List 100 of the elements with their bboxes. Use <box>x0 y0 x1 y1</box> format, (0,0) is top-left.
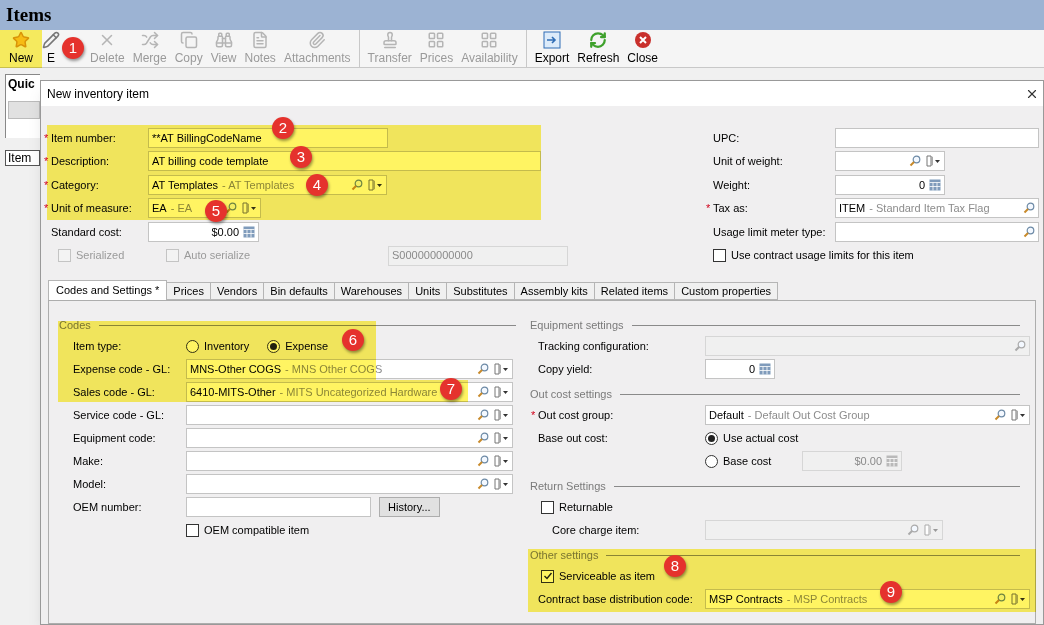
input-field[interactable] <box>186 428 513 448</box>
field-label: Tracking configuration: <box>538 338 649 354</box>
radio-button[interactable] <box>705 454 718 468</box>
field-label: Description: <box>51 154 110 169</box>
input-field[interactable] <box>186 451 513 471</box>
field-label: Copy yield: <box>538 361 593 377</box>
checkbox[interactable] <box>186 523 199 537</box>
checkbox-label: Serviceable as item <box>559 568 655 584</box>
tab[interactable]: Custom properties <box>674 281 778 300</box>
required-marker: * <box>706 202 711 214</box>
field-label: Model: <box>73 476 107 492</box>
dropdown-icon[interactable] <box>925 155 941 168</box>
history-button[interactable]: History... <box>379 497 440 517</box>
field-label: Equipment code: <box>73 430 156 446</box>
input-field[interactable] <box>835 127 1039 148</box>
field-label: Make: <box>73 453 103 469</box>
tab[interactable]: Warehouses <box>333 281 410 300</box>
search-icon[interactable] <box>994 409 1006 421</box>
section-heading: Codes <box>59 317 91 333</box>
toolbar-button[interactable]: E <box>42 30 60 67</box>
field-label: Item number: <box>51 130 116 146</box>
field-label: Unit of weight: <box>713 154 783 169</box>
radio-label: Use actual cost <box>723 430 799 446</box>
input-field[interactable] <box>186 497 371 517</box>
section-heading: Other settings <box>530 547 599 563</box>
field-label: OEM number: <box>73 499 142 515</box>
field-label: Core charge item: <box>552 522 640 538</box>
dropdown-icon[interactable] <box>493 363 509 375</box>
field-label: Out cost group: <box>538 407 614 423</box>
checkbox[interactable] <box>541 500 554 514</box>
calculator-icon[interactable] <box>243 225 255 238</box>
calculator-icon[interactable] <box>759 363 771 375</box>
shuffle-icon <box>140 30 159 49</box>
input-field[interactable] <box>835 151 945 172</box>
input-field[interactable]: ITEM - Standard Item Tax Flag <box>835 198 1039 219</box>
dropdown-icon[interactable] <box>1010 409 1026 421</box>
search-icon[interactable] <box>477 409 489 421</box>
copy-icon <box>179 30 198 49</box>
input-field[interactable]: Default - Default Out Cost Group <box>705 405 1030 425</box>
field-label: Weight: <box>713 177 751 193</box>
search-icon[interactable] <box>1023 225 1035 238</box>
input-field[interactable]: 0 <box>835 174 945 195</box>
field-label: Standard cost: <box>51 224 122 240</box>
export-icon <box>543 30 561 49</box>
dropdown-icon[interactable] <box>493 478 509 490</box>
input-field[interactable] <box>186 474 513 494</box>
radio-label: Expense <box>285 338 329 354</box>
paperclip-icon <box>308 30 327 49</box>
field-label: Sales code - GL: <box>73 384 155 400</box>
calculator-icon[interactable] <box>929 178 941 191</box>
tab[interactable]: Prices <box>166 281 211 300</box>
field-label: Base out cost: <box>538 430 608 446</box>
field-label: Expense code - GL: <box>73 361 171 377</box>
radio-label: Base cost <box>723 453 772 469</box>
checkbox-label: Auto serialize <box>184 248 251 264</box>
search-icon[interactable] <box>477 363 489 375</box>
input-field[interactable]: 0 <box>705 359 775 379</box>
input-field[interactable] <box>186 405 513 425</box>
checkbox-label: Use contract usage limits for this item <box>731 248 914 264</box>
dropdown-icon[interactable] <box>493 432 509 444</box>
search-icon[interactable] <box>1023 202 1035 215</box>
field-label: UPC: <box>713 130 740 146</box>
tab[interactable]: Related items <box>593 281 676 300</box>
input-field[interactable] <box>835 221 1039 242</box>
tab[interactable]: Bin defaults <box>263 281 335 300</box>
search-icon[interactable] <box>477 432 489 444</box>
field-label: Item type: <box>73 338 122 354</box>
field-label: Service code - GL: <box>73 407 165 423</box>
toolbar-button[interactable]: Export <box>530 30 574 67</box>
required-marker: * <box>44 131 49 144</box>
grid-icon <box>480 30 499 49</box>
checkbox[interactable] <box>713 249 726 262</box>
radio-button[interactable] <box>705 431 718 445</box>
radio-label: Inventory <box>204 338 250 354</box>
search-icon[interactable] <box>909 155 921 168</box>
toolbar-button[interactable]: Refresh <box>573 30 624 67</box>
tab[interactable]: Substitutes <box>446 281 515 300</box>
field-label: Tax as: <box>713 201 748 216</box>
dropdown-icon[interactable] <box>493 455 509 467</box>
field-label: Unit of measure: <box>51 201 132 216</box>
pencil-icon <box>42 30 60 49</box>
toolbar-button[interactable]: Close <box>623 30 663 67</box>
dropdown-icon[interactable] <box>493 386 509 398</box>
grid-icon <box>427 30 446 49</box>
search-icon[interactable] <box>477 478 489 490</box>
search-icon[interactable] <box>477 386 489 398</box>
tab[interactable]: Codes and Settings * <box>48 279 168 300</box>
stamp-icon <box>380 30 399 49</box>
field-label: Category: <box>51 177 99 193</box>
column-header[interactable]: Item <box>5 150 40 166</box>
tab[interactable]: Vendors <box>209 281 265 300</box>
dropdown-icon[interactable] <box>493 409 509 421</box>
input-field[interactable]: $0.00 <box>148 221 259 242</box>
tab[interactable]: Units <box>408 281 448 300</box>
tab[interactable]: Assembly kits <box>513 281 595 300</box>
checkbox-label: Serialized <box>76 248 125 264</box>
search-icon[interactable] <box>477 455 489 467</box>
section-heading: Equipment settings <box>530 317 624 333</box>
dialog-title: New inventory item <box>47 85 150 103</box>
refresh-icon <box>589 30 608 49</box>
